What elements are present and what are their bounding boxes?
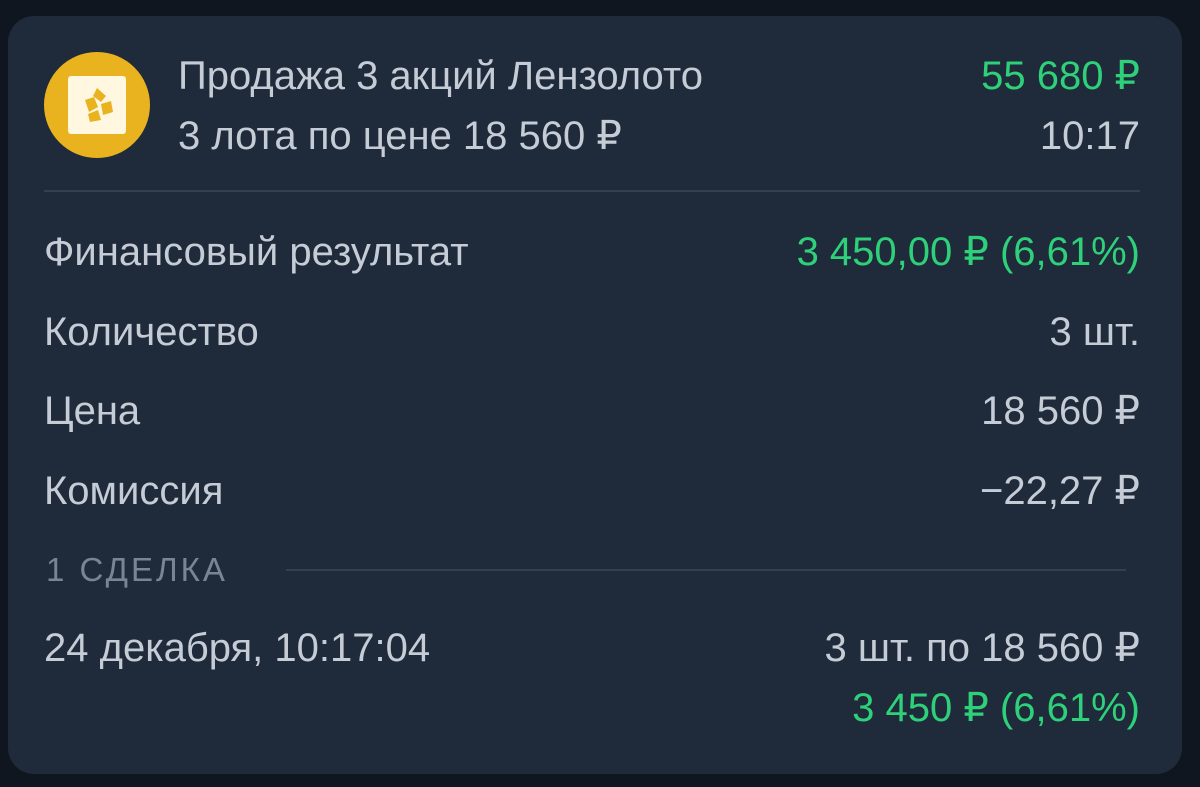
detail-label-price: Цена [44,389,141,433]
detail-label-financial-result: Финансовый результат [44,230,469,274]
deal-summary: 3 шт. по 18 560 ₽ [824,626,1141,670]
detail-value-price: 18 560 ₽ [981,389,1140,433]
deals-section-title: 1 СДЕЛКА [46,551,228,588]
operation-time: 10:17 [1039,114,1140,158]
detail-value-quantity: 3 шт. [1049,310,1140,354]
detail-value-financial-result: 3 450,00 ₽ (6,61%) [796,230,1140,274]
operation-amount: 55 680 ₽ [981,54,1140,98]
operation-title: Продажа 3 акций Лензолото [178,54,703,98]
detail-label-commission: Комиссия [44,469,224,513]
header-divider [44,190,1140,192]
deal-datetime: 24 декабря, 10:17:04 [44,626,431,670]
deal-result: 3 450 ₽ (6,61%) [852,686,1140,730]
lenzoloto-logo-icon [44,52,150,158]
detail-label-quantity: Количество [44,310,259,354]
deals-section-divider [286,569,1126,571]
operation-subtitle: 3 лота по цене 18 560 ₽ [178,114,622,158]
detail-value-commission: −22,27 ₽ [979,469,1140,513]
operation-card: Продажа 3 акций Лензолото 3 лота по цене… [8,16,1182,774]
